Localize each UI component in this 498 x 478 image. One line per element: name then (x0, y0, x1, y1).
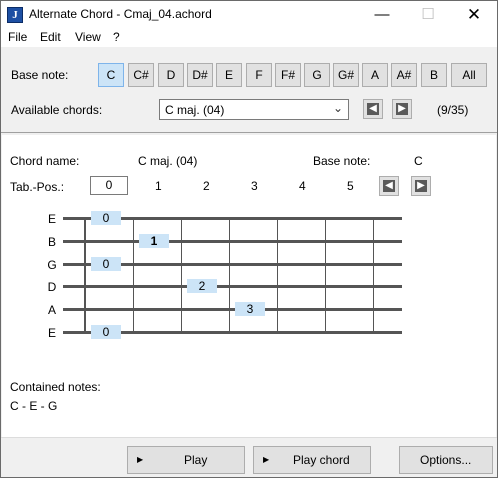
string-label-g: G (47, 258, 57, 272)
string-label-d: D (47, 280, 57, 294)
note-button-a[interactable]: A (362, 63, 388, 87)
menu-bar: File Edit View ? (1, 29, 497, 48)
play-chord-button[interactable]: ▶ Play chord (253, 446, 371, 474)
arrow-left-icon: ◀ (383, 180, 395, 192)
maximize-button[interactable]: ☐ (405, 1, 451, 29)
base-note-label: Base note: (11, 68, 69, 82)
chord-counter: (9/35) (437, 103, 469, 117)
tab-position-field[interactable]: 0 (90, 176, 128, 195)
available-chords-label: Available chords: (11, 103, 103, 117)
tab-position-4: 4 (299, 179, 306, 193)
note-button-c-sharp[interactable]: C# (128, 63, 154, 87)
string-label-b: B (47, 235, 56, 249)
finger-marker[interactable]: 1 (139, 234, 169, 248)
note-button-all[interactable]: All (451, 63, 487, 87)
menu-view[interactable]: View (75, 30, 101, 44)
chord-name-label: Chord name: (10, 154, 80, 168)
string-line (63, 308, 402, 311)
fret-line (325, 217, 326, 333)
title-bar: J Alternate Chord - Cmaj_04.achord — ☐ ✕ (1, 1, 497, 29)
tab-position-5: 5 (347, 179, 354, 193)
fret-line (277, 217, 278, 333)
previous-chord-button[interactable]: ◀ (363, 99, 383, 119)
available-chords-value: C maj. (04) (165, 103, 225, 117)
string-label-low-e: E (47, 326, 56, 340)
next-chord-button[interactable]: ▶ (392, 99, 412, 119)
play-button-label: Play (184, 453, 208, 467)
chevron-down-icon: ⌄ (332, 101, 343, 115)
finger-marker[interactable]: 3 (235, 302, 265, 316)
string-line (63, 240, 402, 243)
next-position-button[interactable]: ▶ (411, 176, 431, 196)
options-button-label: Options... (420, 453, 472, 467)
fret-line (84, 217, 86, 333)
menu-help[interactable]: ? (113, 30, 120, 44)
fret-line (373, 217, 374, 333)
app-window: J Alternate Chord - Cmaj_04.achord — ☐ ✕… (0, 0, 498, 478)
tab-position-3: 3 (251, 179, 258, 193)
arrow-left-icon: ◀ (367, 103, 379, 115)
play-chord-button-label: Play chord (293, 453, 350, 467)
note-button-f-sharp[interactable]: F# (275, 63, 301, 87)
finger-marker[interactable]: 0 (91, 325, 121, 339)
chord-diagram-panel: Chord name: C maj. (04) Base note: C Tab… (2, 135, 496, 437)
finger-marker[interactable]: 0 (91, 211, 121, 225)
fret-line (229, 217, 230, 333)
app-icon: J (7, 7, 23, 23)
contained-notes-label: Contained notes: (10, 380, 101, 394)
note-button-a-sharp[interactable]: A# (391, 63, 417, 87)
string-label-a: A (47, 303, 56, 317)
fret-line (133, 217, 134, 333)
close-button[interactable]: ✕ (451, 1, 497, 29)
note-button-d[interactable]: D (158, 63, 184, 87)
note-button-e[interactable]: E (216, 63, 242, 87)
note-button-f[interactable]: F (246, 63, 272, 87)
chord-name-value: C maj. (04) (138, 154, 198, 168)
tab-position-1: 1 (155, 179, 162, 193)
fret-line (181, 217, 182, 333)
play-icon: ▶ (263, 455, 270, 464)
available-chords-dropdown[interactable]: C maj. (04) ⌄ (159, 99, 349, 120)
chord-base-note-value: C (414, 154, 423, 168)
tab-position-2: 2 (203, 179, 210, 193)
arrow-right-icon: ▶ (415, 180, 427, 192)
note-button-g-sharp[interactable]: G# (333, 63, 359, 87)
chord-base-note-label: Base note: (313, 154, 371, 168)
chord-selector-panel: Base note: C C# D D# E F F# G G# A A# B … (1, 49, 497, 133)
play-button[interactable]: ▶ Play (127, 446, 245, 474)
minimize-button[interactable]: — (359, 1, 405, 29)
note-button-d-sharp[interactable]: D# (187, 63, 213, 87)
string-label-high-e: E (47, 212, 56, 226)
menu-edit[interactable]: Edit (40, 30, 61, 44)
bottom-toolbar: ▶ Play ▶ Play chord Options... (1, 437, 497, 477)
note-button-g[interactable]: G (304, 63, 330, 87)
menu-file[interactable]: File (8, 30, 27, 44)
arrow-right-icon: ▶ (396, 103, 408, 115)
play-icon: ▶ (137, 455, 144, 464)
tab-position-label: Tab.-Pos.: (10, 180, 65, 194)
contained-notes-value: C - E - G (10, 399, 58, 413)
finger-marker[interactable]: 2 (187, 279, 217, 293)
note-button-c[interactable]: C (98, 63, 124, 87)
finger-marker[interactable]: 0 (91, 257, 121, 271)
string-line (63, 285, 402, 288)
note-button-b[interactable]: B (421, 63, 447, 87)
window-title: Alternate Chord - Cmaj_04.achord (29, 7, 212, 21)
options-button[interactable]: Options... (399, 446, 493, 474)
previous-position-button[interactable]: ◀ (379, 176, 399, 196)
